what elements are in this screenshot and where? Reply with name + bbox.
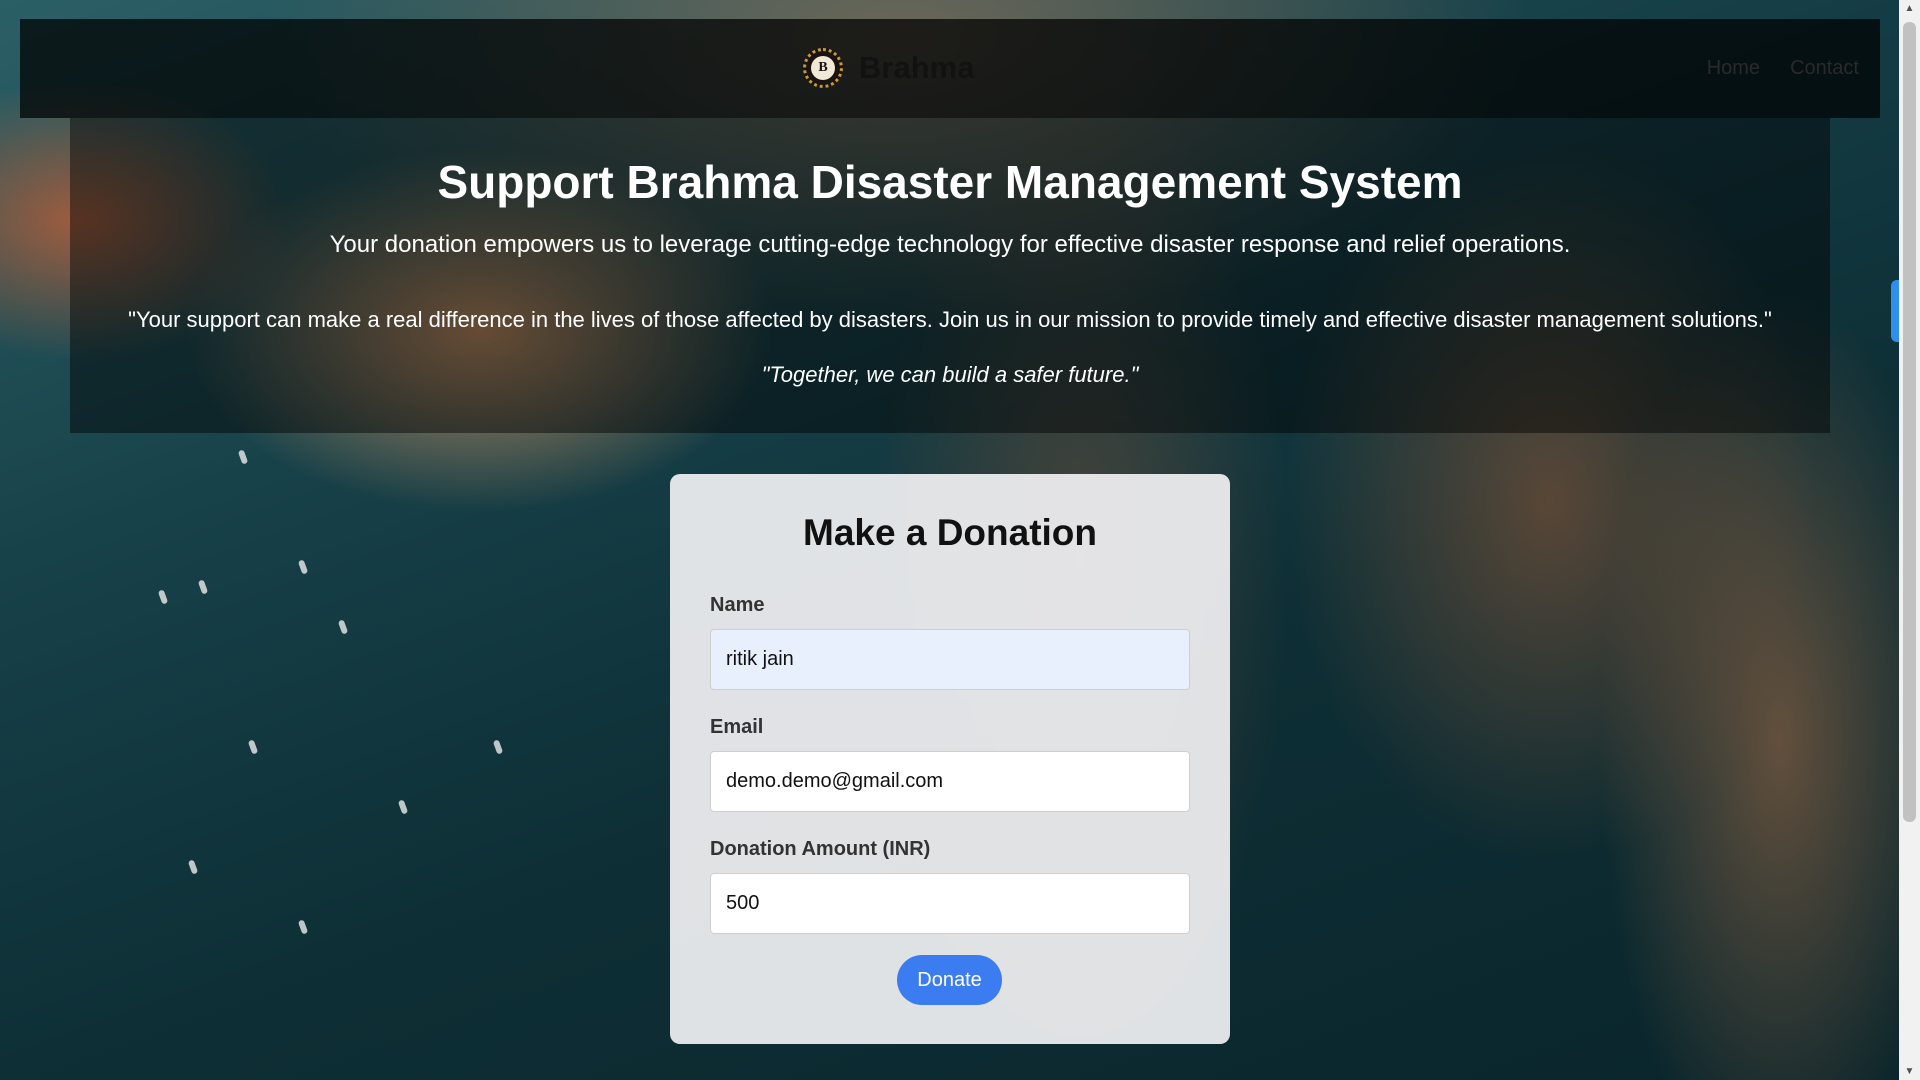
- boat: [337, 619, 349, 635]
- hero-quote: "Your support can make a real difference…: [128, 307, 1772, 332]
- hero-subtitle: Your donation empowers us to leverage cu…: [329, 231, 1571, 258]
- donate-button[interactable]: Donate: [897, 955, 1002, 1005]
- hero-section: Support Brahma Disaster Management Syste…: [70, 118, 1830, 433]
- boat: [197, 579, 209, 595]
- boat: [297, 559, 309, 575]
- name-field[interactable]: [710, 629, 1190, 690]
- logo-letter: B: [811, 56, 835, 80]
- down-arrow-icon[interactable]: ▼: [1899, 1063, 1920, 1080]
- amount-field[interactable]: [710, 873, 1190, 934]
- boat: [237, 449, 249, 465]
- amount-label: Donation Amount (INR): [710, 838, 931, 860]
- nav-link-contact[interactable]: Contact: [1790, 57, 1859, 80]
- up-arrow-icon[interactable]: ▲: [1899, 0, 1920, 17]
- boat: [157, 589, 169, 605]
- boat: [247, 739, 259, 755]
- email-field[interactable]: [710, 751, 1190, 812]
- brahma-logo-icon: B: [803, 48, 843, 88]
- email-label: Email: [710, 716, 764, 738]
- page-title: Support Brahma Disaster Management Syste…: [437, 156, 1463, 208]
- donation-form: Make a Donation Name Email Donation Amou…: [670, 474, 1230, 1044]
- form-title: Make a Donation: [803, 512, 1097, 553]
- side-feedback-tab[interactable]: [1891, 280, 1899, 342]
- brand[interactable]: B Brahma: [803, 44, 974, 92]
- hero-tagline: "Together, we can build a safer future.": [761, 362, 1139, 387]
- boat: [492, 739, 504, 755]
- scrollbar-thumb[interactable]: [1903, 22, 1916, 822]
- nav-links: Home Contact: [1707, 19, 1859, 118]
- boat: [187, 859, 199, 875]
- boat: [397, 799, 409, 815]
- top-navbar: B Brahma Home Contact: [20, 19, 1880, 118]
- brand-name: Brahma: [859, 50, 975, 85]
- name-label: Name: [710, 594, 765, 616]
- vertical-scrollbar[interactable]: ▲ ▼: [1899, 0, 1920, 1080]
- boat: [297, 919, 309, 935]
- nav-link-home[interactable]: Home: [1707, 57, 1760, 80]
